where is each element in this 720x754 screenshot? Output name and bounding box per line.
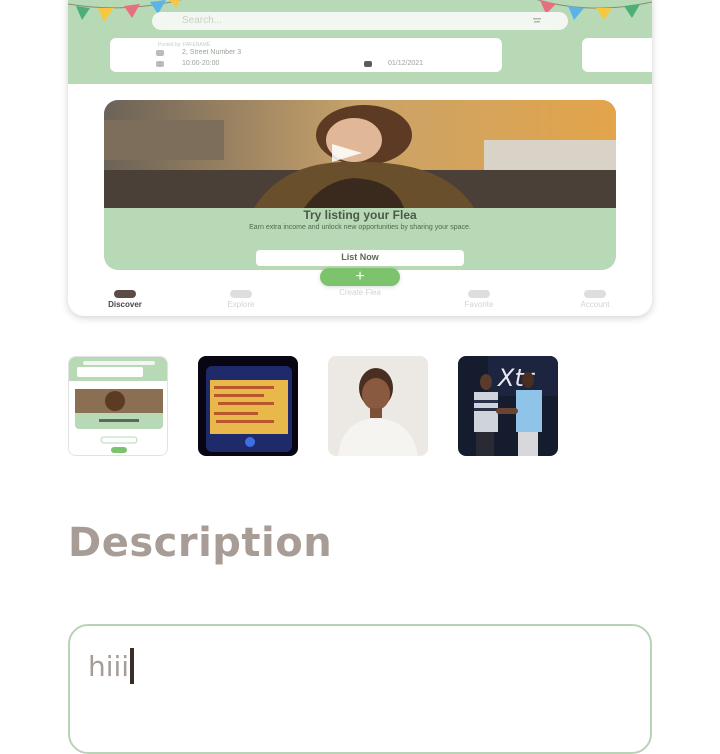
address-card: Posted by: FAKENAME 2, Street Number 3 1… [110,38,502,72]
description-input[interactable]: hiii [68,624,652,754]
heart-icon [468,290,490,298]
posted-by-label: Posted by: FAKENAME [158,42,211,48]
video-thumbnail [104,100,616,208]
tab-create-flea: Create Flea [339,288,381,297]
filter-icon [533,18,541,23]
promo-text: Earn extra income and unlock new opportu… [249,224,471,231]
app-screenshot-image [69,357,167,455]
discover-icon [114,290,136,298]
time-label: 10:00-20:00 [182,60,220,67]
header-band: Search... Posted by: FAKENAME 2, Street … [68,0,652,84]
date-label: 01/12/2021 [388,60,424,67]
list-now-button: List Now [256,250,464,266]
account-icon [584,290,606,298]
tab-favorite: Favorite [424,290,534,309]
phone-screen-image [198,356,298,456]
award-photo-thumb[interactable]: Xtr [458,356,558,456]
group-photo-image: Xtr [458,356,558,456]
thumbnail-strip: Xtr [68,356,588,456]
app-screenshot-thumb[interactable] [68,356,168,456]
description-value[interactable]: hiii [88,648,135,684]
description-heading: Description [68,520,333,566]
preview-image[interactable]: Search... Posted by: FAKENAME 2, Street … [68,0,652,316]
promo-title: Try listing your Flea [303,208,417,222]
phone-photo-thumb[interactable] [198,356,298,456]
person-image [328,356,428,456]
clock-icon [156,61,164,67]
tab-explore: Explore [186,290,296,309]
tab-account: Account [540,290,650,309]
location-icon [156,50,164,56]
address-label: 2, Street Number 3 [182,49,242,56]
address-card-partial [582,38,652,72]
person-photo-thumb[interactable] [328,356,428,456]
preview-search-bar: Search... [152,12,568,30]
explore-icon [230,290,252,298]
text-cursor [130,648,135,684]
search-placeholder: Search... [182,15,223,26]
tab-discover: Discover [70,290,180,309]
preview-tab-bar: Discover Explore Create Flea Favorite Ac… [68,278,652,316]
promo-card: Try listing your Flea Earn extra income … [104,100,616,270]
calendar-icon [364,61,372,67]
